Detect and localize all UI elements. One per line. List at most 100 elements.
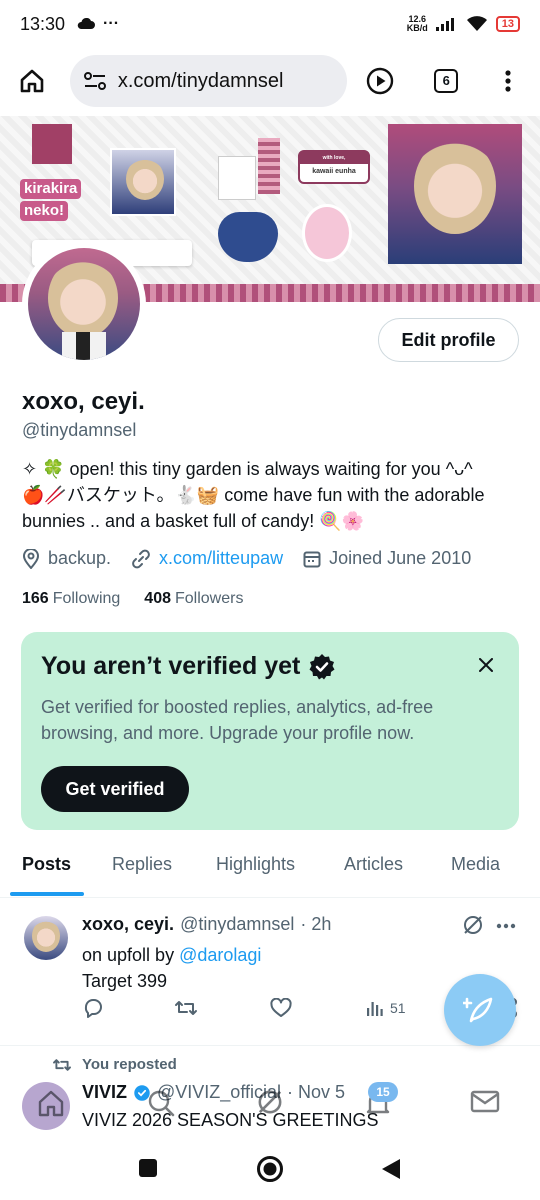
profile-avatar[interactable]: [22, 242, 146, 366]
like-button[interactable]: [270, 998, 292, 1018]
banner-bunny-sticker: [302, 204, 352, 262]
edit-profile-button[interactable]: Edit profile: [378, 318, 519, 362]
tab-switcher-button[interactable]: 6: [430, 65, 462, 97]
status-right: 12.6 KB/d 13: [407, 15, 520, 33]
avatar-image: [28, 248, 140, 360]
tweet-avatar[interactable]: [24, 916, 68, 960]
home-nav-icon: [38, 1090, 64, 1117]
views-count: 51: [390, 1000, 406, 1016]
following-link[interactable]: 166 Following: [22, 590, 120, 608]
battery-indicator: 13: [495, 16, 520, 32]
banner-kirakira-word: kirakira: [20, 179, 82, 199]
play-circle-icon: [367, 67, 394, 95]
tab-replies[interactable]: Replies: [112, 854, 172, 875]
square-icon: [139, 1159, 157, 1177]
close-verify-button[interactable]: [479, 652, 493, 678]
site-settings-icon[interactable]: [83, 72, 106, 90]
nav-grok-button[interactable]: [256, 1088, 284, 1121]
heart-icon: [270, 998, 292, 1017]
following-label: Following: [52, 590, 121, 607]
banner-kawaii-tag: with love, kawaii eunha: [298, 150, 370, 184]
recents-button[interactable]: [138, 1158, 158, 1183]
repost-icon: [175, 1001, 197, 1015]
website-item[interactable]: x.com/litteupaw: [131, 548, 283, 569]
link-icon: [132, 549, 150, 568]
nav-home-button[interactable]: [36, 1088, 66, 1123]
banner-kawaii-top: with love,: [300, 152, 368, 164]
website-link[interactable]: x.com/litteupaw: [159, 548, 283, 569]
back-triangle-icon: [382, 1159, 400, 1179]
banner-kirakira-text: kirakira neko!: [20, 178, 90, 222]
verify-description: Get verified for boosted replies, analyt…: [41, 697, 434, 743]
mail-icon: [470, 1090, 500, 1113]
reply-icon: [84, 999, 102, 1018]
close-icon: [479, 658, 493, 672]
tweet-text: on upfoll by @darolagi Target 399: [82, 942, 261, 994]
nav-messages-button[interactable]: [470, 1088, 500, 1119]
banner-logo: [32, 124, 72, 164]
location-text: backup.: [48, 548, 112, 568]
tab-articles[interactable]: Articles: [344, 854, 403, 875]
home-system-button[interactable]: [256, 1155, 284, 1188]
nav-search-button[interactable]: [146, 1088, 176, 1123]
back-button[interactable]: [380, 1158, 402, 1185]
media-play-button[interactable]: [365, 65, 397, 97]
active-tab-indicator: [10, 892, 84, 896]
tab-posts[interactable]: Posts: [22, 854, 71, 875]
repost-small-icon: [53, 1058, 71, 1071]
tab-count: 6: [434, 69, 459, 93]
views-chart-icon: [367, 1002, 383, 1016]
get-verified-button[interactable]: Get verified: [41, 766, 189, 812]
repost-indicator: You reposted: [52, 1056, 177, 1073]
tweet-header: xoxo, ceyi. @tinydamnsel · 2h: [82, 914, 331, 935]
more-notifications-icon: ···: [103, 15, 120, 32]
compose-feather-icon: [463, 997, 493, 1023]
banner-heart-sticker: [218, 212, 278, 262]
tweet-mention[interactable]: @darolagi: [179, 945, 261, 965]
display-name: xoxo, ceyi.: [22, 388, 145, 415]
banner-bear-sticker: [218, 156, 256, 200]
repost-button[interactable]: [174, 998, 198, 1018]
profile-handle: @tinydamnsel: [22, 420, 137, 440]
banner-kawaii-label: kawaii eunha: [312, 168, 356, 175]
joined-text: Joined June 2010: [329, 548, 472, 568]
compose-post-button[interactable]: [444, 974, 516, 1046]
browser-menu-button[interactable]: [492, 65, 524, 97]
tweet-author-handle[interactable]: @tinydamnsel: [180, 914, 294, 935]
banner-photo-large: [388, 124, 522, 264]
url-bar[interactable]: x.com/tinydamnsel: [69, 55, 347, 107]
home-icon: [20, 69, 44, 93]
banner-plaid-ribbon: [258, 138, 280, 194]
grok-button[interactable]: [462, 914, 484, 941]
more-horizontal-icon: [496, 923, 516, 929]
bio-line-3: bunnies .. and a basket full of candy! 🍭…: [22, 511, 365, 531]
views-button[interactable]: 51: [366, 999, 406, 1017]
calendar-icon: [303, 551, 321, 567]
tweet-text-line2: Target 399: [82, 971, 168, 991]
profile-tabs: Posts Replies Highlights Articles Media: [0, 840, 540, 898]
tweet-more-button[interactable]: [496, 912, 516, 935]
grok-icon: [464, 916, 482, 934]
reply-button[interactable]: [82, 997, 104, 1019]
following-count: 166: [22, 590, 49, 607]
status-bar: 13:30 ··· 12.6 KB/d 13: [0, 0, 540, 48]
location-item: backup.: [22, 548, 111, 569]
browser-toolbar: x.com/tinydamnsel 6: [0, 48, 540, 114]
profile-meta-row: backup. x.com/litteupaw Joined June 2010: [22, 548, 485, 569]
tweet-text-prefix: on upfoll by: [82, 945, 180, 965]
tweet-time: · 2h: [300, 914, 332, 934]
tab-media[interactable]: Media: [451, 854, 500, 875]
notification-badge: 15: [368, 1082, 398, 1102]
profile-bio: ✧ 🍀 open! this tiny garden is always wai…: [22, 456, 522, 534]
search-icon: [148, 1090, 175, 1117]
url-text[interactable]: x.com/tinydamnsel: [118, 70, 284, 93]
verified-badge-icon: [309, 653, 335, 679]
net-speed-unit: KB/d: [406, 23, 428, 33]
tweet-author-name[interactable]: xoxo, ceyi.: [82, 914, 174, 935]
followers-link[interactable]: 408 Followers: [144, 590, 243, 608]
system-navigation-bar: [0, 1140, 540, 1200]
home-button[interactable]: [16, 65, 48, 97]
tab-highlights[interactable]: Highlights: [216, 854, 295, 875]
bio-line-2: 🍎🥢バスケット。🐇🧺 come have fun with the adorab…: [22, 485, 485, 505]
banner-photo-small: [110, 148, 176, 216]
